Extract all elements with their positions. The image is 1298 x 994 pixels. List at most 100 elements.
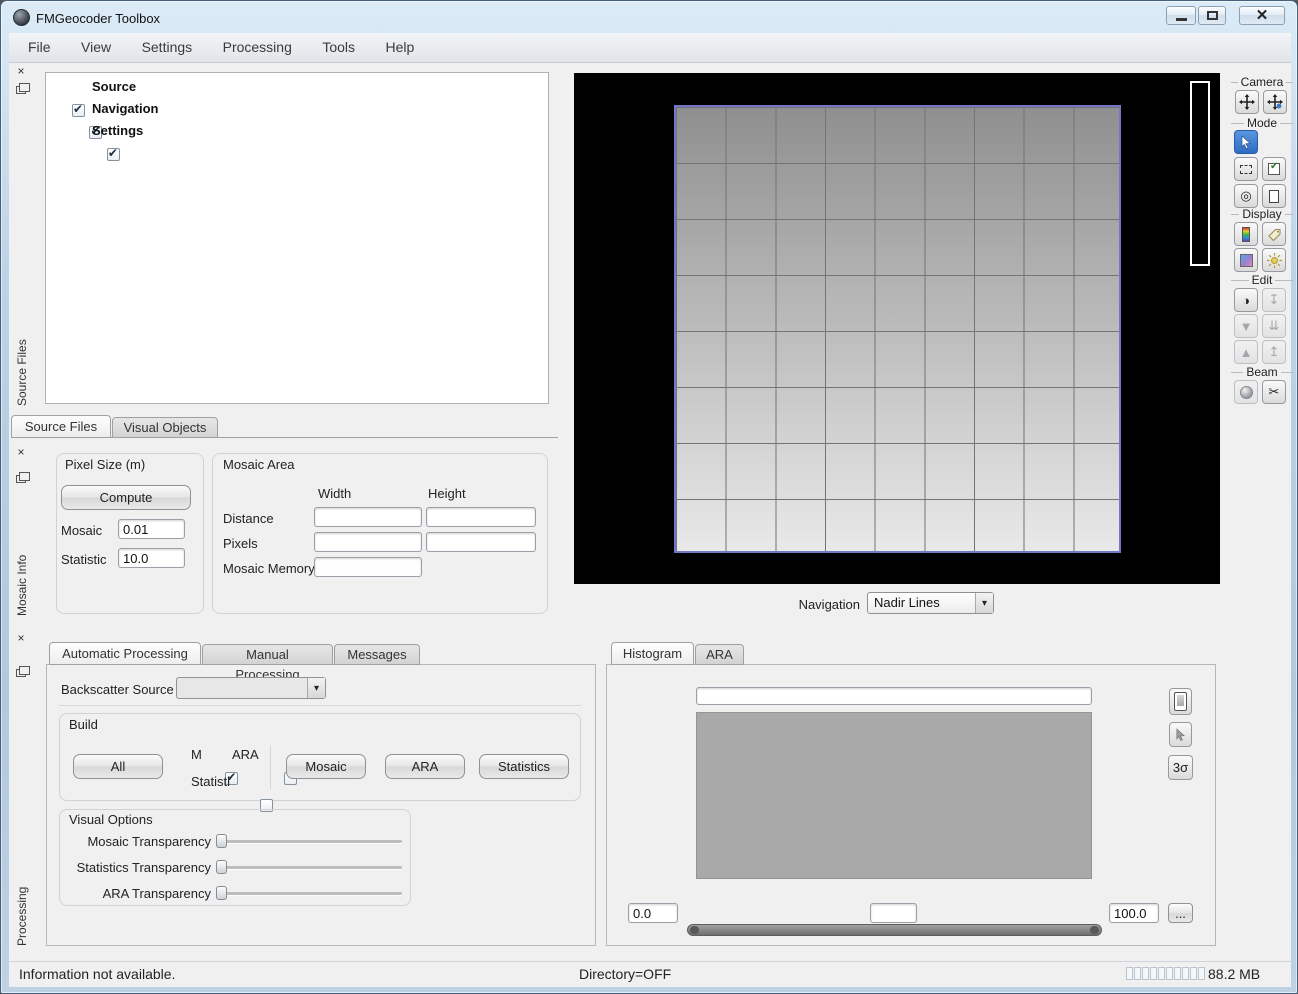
- distance-height-input[interactable]: [426, 507, 536, 527]
- backscatter-source-value: [177, 678, 307, 698]
- mosaic-pixel-input[interactable]: [118, 519, 185, 539]
- menu-tools[interactable]: Tools: [309, 33, 368, 62]
- pixels-height-input[interactable]: [426, 532, 536, 552]
- beam-sphere-button[interactable]: [1234, 380, 1258, 404]
- tab-messages[interactable]: Messages: [334, 644, 420, 665]
- camera-pan-button[interactable]: [1235, 90, 1259, 114]
- tab-source-files[interactable]: Source Files: [11, 415, 111, 438]
- slider-track[interactable]: [216, 866, 402, 869]
- display-colorbar-button[interactable]: [1234, 222, 1258, 246]
- tab-histogram[interactable]: Histogram: [611, 642, 694, 665]
- dock-float-icon[interactable]: [16, 86, 26, 94]
- mosaic-transparency-slider[interactable]: [216, 833, 402, 849]
- divider: [59, 705, 581, 706]
- display-tag-button[interactable]: [1262, 222, 1286, 246]
- edit-move-down-button[interactable]: ▼: [1234, 314, 1258, 338]
- tree-item-settings[interactable]: Settings: [92, 123, 143, 138]
- pixels-width-input[interactable]: [314, 532, 422, 552]
- more-button[interactable]: ...: [1168, 903, 1193, 923]
- compute-button[interactable]: Compute: [61, 485, 191, 510]
- dock-close-button[interactable]: ×: [14, 632, 28, 644]
- edit-section-label: Edit: [1231, 273, 1293, 287]
- memory-gauge-cell: [1174, 967, 1181, 980]
- pick-cursor-button[interactable]: [1169, 722, 1192, 747]
- histogram-max-input[interactable]: [1109, 903, 1159, 923]
- scene-viewport[interactable]: [574, 73, 1220, 584]
- tree-checkbox-settings[interactable]: ✔: [107, 148, 120, 161]
- double-down-icon: ⇊: [1269, 318, 1280, 334]
- slider-right-handle[interactable]: [1090, 926, 1099, 934]
- colormap-button[interactable]: [1169, 688, 1192, 715]
- dock-close-button[interactable]: ×: [14, 446, 28, 458]
- slider-thumb[interactable]: [216, 886, 227, 900]
- histogram-plot-area[interactable]: [696, 712, 1092, 879]
- edit-contrast-button[interactable]: ◑: [1234, 288, 1258, 312]
- histogram-range-input[interactable]: [696, 687, 1092, 705]
- pixels-label: Pixels: [223, 536, 258, 551]
- mode-rect-select-button[interactable]: [1234, 157, 1258, 181]
- menu-view[interactable]: View: [68, 33, 124, 62]
- maximize-button[interactable]: [1198, 6, 1226, 25]
- sigma-button[interactable]: 3σ: [1168, 755, 1193, 780]
- beam-cut-button[interactable]: ✂: [1262, 380, 1286, 404]
- navigation-combo[interactable]: Nadir Lines ▾: [867, 592, 994, 614]
- dock-label-mosaic-info[interactable]: Mosaic Info: [14, 481, 30, 616]
- menu-settings[interactable]: Settings: [129, 33, 206, 62]
- mosaic-grid[interactable]: [674, 105, 1121, 553]
- build-statistics-button[interactable]: Statistics: [479, 754, 569, 779]
- backscatter-source-combo[interactable]: ▾: [176, 677, 326, 699]
- menu-file[interactable]: File: [15, 33, 64, 62]
- tab-ara[interactable]: ARA: [695, 644, 744, 665]
- cursor-icon: [1239, 135, 1253, 149]
- mode-report-button[interactable]: [1262, 184, 1286, 208]
- tree-item-navigation[interactable]: Navigation: [92, 101, 158, 116]
- tab-visual-objects[interactable]: Visual Objects: [112, 417, 218, 438]
- tab-manual-processing[interactable]: Manual Processing: [202, 644, 333, 665]
- tree-item-source[interactable]: Source: [92, 79, 136, 94]
- slider-track[interactable]: [216, 892, 402, 895]
- navigation-label: Navigation: [796, 597, 860, 612]
- histogram-min-input[interactable]: [628, 903, 678, 923]
- dock-label-source-files[interactable]: Source Files: [14, 101, 30, 406]
- tab-automatic-processing[interactable]: Automatic Processing: [49, 642, 201, 665]
- edit-move-bottom-button[interactable]: ⇊: [1262, 314, 1286, 338]
- edit-import-button[interactable]: ↧: [1262, 288, 1286, 312]
- menu-help[interactable]: Help: [372, 33, 427, 62]
- histogram-mid-input[interactable]: [870, 903, 917, 923]
- display-shade-button[interactable]: [1234, 248, 1258, 272]
- mode-edit-check-button[interactable]: [1262, 157, 1286, 181]
- shaded-cube-icon: [1240, 254, 1253, 267]
- slider-thumb[interactable]: [216, 834, 227, 848]
- source-tree-panel: [45, 72, 549, 404]
- display-illumination-button[interactable]: [1262, 248, 1286, 272]
- dock-close-button[interactable]: ×: [14, 65, 28, 77]
- mode-target-button[interactable]: ◎: [1234, 184, 1258, 208]
- dock-label-processing[interactable]: Processing: [14, 667, 30, 946]
- edit-move-up-button[interactable]: ▲: [1234, 340, 1258, 364]
- all-button[interactable]: All: [73, 754, 163, 779]
- memory-gauge: [1126, 967, 1206, 985]
- navigation-value: Nadir Lines: [868, 593, 975, 613]
- camera-orbit-button[interactable]: [1263, 90, 1287, 114]
- distance-width-input[interactable]: [314, 507, 422, 527]
- statistic-pixel-input[interactable]: [118, 548, 185, 568]
- build-checkbox-mosaic-label: M: [191, 747, 202, 762]
- menu-processing[interactable]: Processing: [210, 33, 305, 62]
- ara-transparency-slider[interactable]: [216, 885, 402, 901]
- slider-left-handle[interactable]: [690, 926, 699, 934]
- close-button[interactable]: ✕: [1239, 6, 1285, 25]
- slider-track[interactable]: [216, 840, 402, 843]
- mosaic-memory-input[interactable]: [314, 557, 422, 577]
- histogram-range-slider[interactable]: [687, 924, 1102, 936]
- slider-thumb[interactable]: [216, 860, 227, 874]
- combo-arrow-icon[interactable]: ▾: [307, 678, 325, 698]
- statistics-transparency-slider[interactable]: [216, 859, 402, 875]
- minimize-icon: [1176, 18, 1187, 21]
- edit-move-top-button[interactable]: ↥: [1262, 340, 1286, 364]
- minimize-button[interactable]: [1166, 6, 1196, 25]
- tree-checkbox-source[interactable]: ✔: [72, 104, 85, 117]
- build-mosaic-button[interactable]: Mosaic: [286, 754, 366, 779]
- combo-arrow-icon[interactable]: ▾: [975, 593, 993, 613]
- mode-select-button[interactable]: [1234, 130, 1258, 154]
- build-ara-button[interactable]: ARA: [385, 754, 465, 779]
